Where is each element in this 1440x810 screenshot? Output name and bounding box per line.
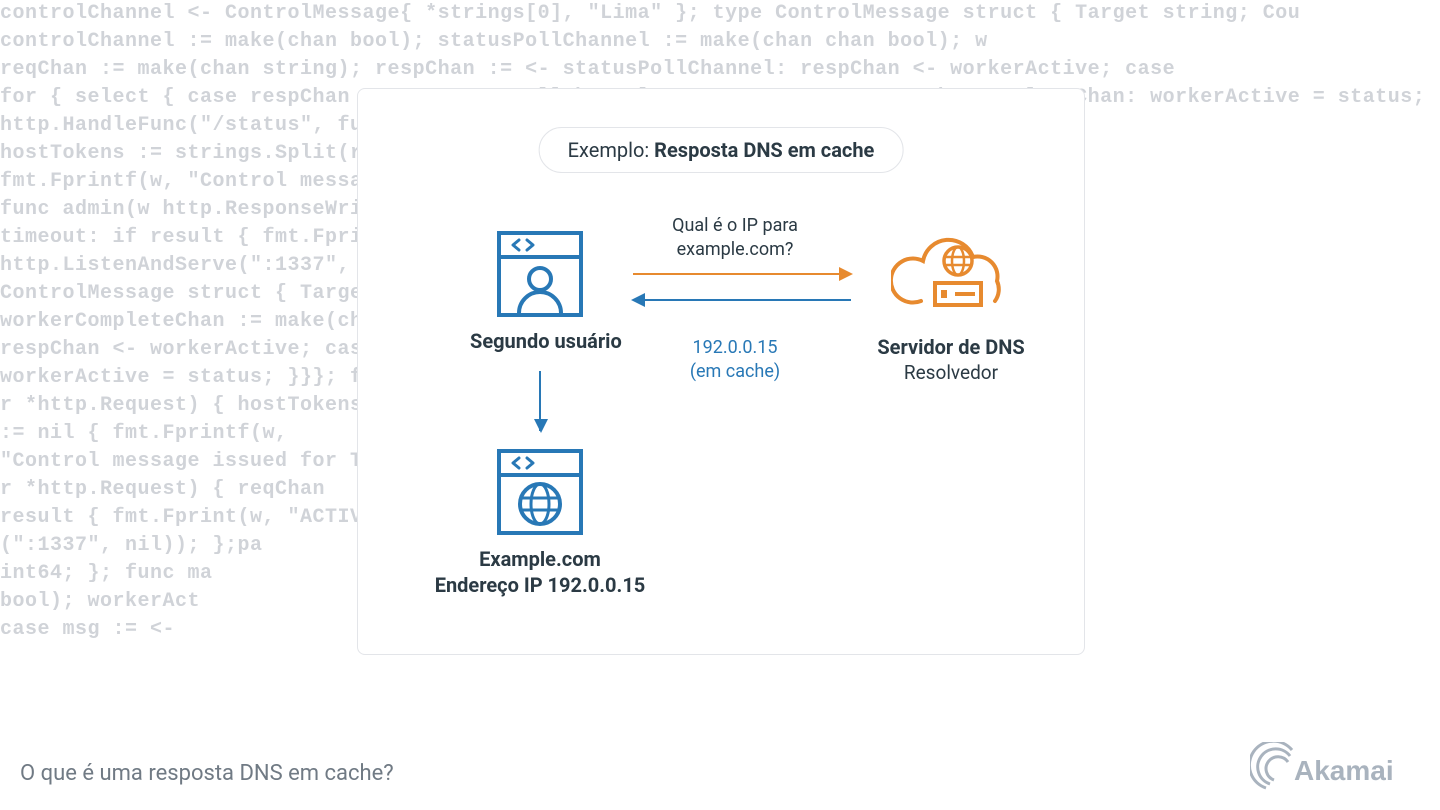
- arrow-user-to-site: [539, 371, 541, 431]
- site-title: Example.com: [416, 547, 664, 571]
- dns-response-label: 192.0.0.15 (em cache): [626, 336, 844, 384]
- response-cached: (em cache): [690, 361, 780, 382]
- pill-prefix: Exemplo:: [568, 138, 655, 162]
- website-browser-icon: [497, 449, 583, 535]
- diagram-card: Exemplo: Resposta DNS em cache Qual é o …: [357, 88, 1085, 655]
- response-ip: 192.0.0.15: [692, 337, 777, 358]
- node-user: Segundo usuário: [470, 231, 610, 353]
- caption-question: O que é uma resposta DNS em cache?: [20, 761, 394, 786]
- user-title: Segundo usuário: [470, 329, 610, 353]
- user-browser-icon: [497, 231, 583, 317]
- node-website: Example.com Endereço IP 192.0.0.15: [416, 449, 664, 597]
- brand-text: Akamai: [1294, 755, 1394, 786]
- dns-query-label: Qual é o IP para example.com?: [626, 214, 844, 262]
- brand-logo: Akamai: [1250, 742, 1420, 794]
- query-line1: Qual é o IP para: [672, 215, 798, 236]
- node-dns-resolver: Servidor de DNS Resolvedor: [851, 227, 1051, 384]
- diagram-title-pill: Exemplo: Resposta DNS em cache: [539, 127, 904, 173]
- site-ip: Endereço IP 192.0.0.15: [416, 573, 664, 597]
- pill-bold: Resposta DNS em cache: [654, 138, 874, 162]
- dns-title: Servidor de DNS: [851, 335, 1051, 359]
- arrow-response-left: [633, 299, 851, 301]
- dns-subtitle: Resolvedor: [851, 361, 1051, 384]
- dns-cloud-server-icon: [891, 227, 1011, 323]
- query-line2: example.com?: [677, 239, 794, 260]
- arrow-query-right: [633, 273, 851, 275]
